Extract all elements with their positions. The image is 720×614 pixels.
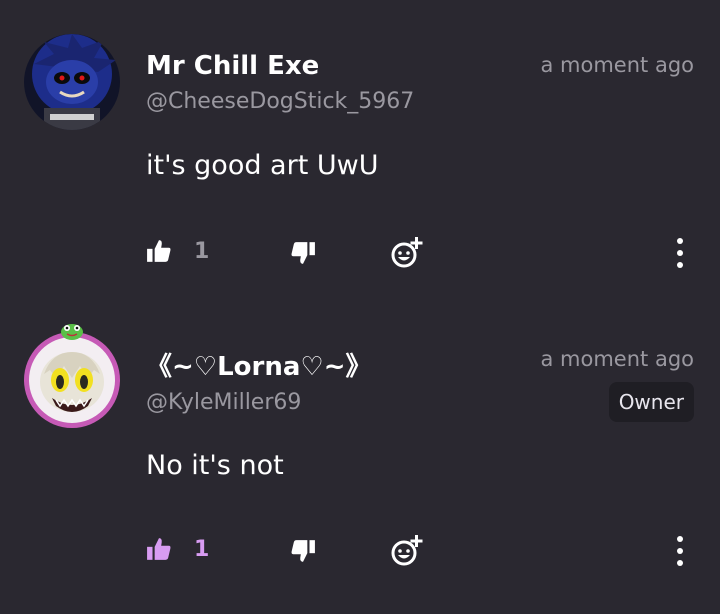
thumbs-down-icon (290, 240, 316, 266)
add-reaction-button[interactable] (390, 534, 424, 568)
owner-badge: Owner (608, 382, 694, 422)
more-options-icon (677, 238, 683, 244)
author-handle[interactable]: @CheeseDogStick_5967 (146, 89, 414, 114)
like-button[interactable]: 1 (146, 238, 209, 264)
author-name[interactable]: Mr Chill Exe (146, 51, 319, 81)
comment-text: it's good art UwU (146, 150, 379, 181)
author-handle[interactable]: @KyleMiller69 (146, 390, 301, 415)
dislike-button[interactable] (290, 538, 316, 564)
comment-item: 《~♡Lorna♡~》 @KyleMiller69 a moment ago O… (0, 300, 720, 614)
add-reaction-icon (390, 236, 424, 270)
timestamp: a moment ago (540, 347, 695, 371)
more-options-button[interactable] (670, 536, 690, 566)
add-reaction-button[interactable] (390, 236, 424, 270)
avatar[interactable] (22, 322, 122, 432)
like-count: 1 (194, 238, 210, 264)
dislike-button[interactable] (290, 240, 316, 266)
comment-text: No it's not (146, 450, 284, 481)
thumbs-up-icon (146, 238, 172, 264)
thumbs-up-icon (146, 536, 172, 562)
more-options-icon (677, 536, 683, 542)
add-reaction-icon (390, 534, 424, 568)
like-button[interactable]: 1 (146, 536, 209, 562)
author-name[interactable]: 《~♡Lorna♡~》 (146, 346, 372, 383)
timestamp: a moment ago (540, 53, 695, 77)
thumbs-down-icon (290, 538, 316, 564)
comment-item: Mr Chill Exe @CheeseDogStick_5967 a mome… (0, 0, 720, 300)
comments-list: Mr Chill Exe @CheeseDogStick_5967 a mome… (0, 0, 720, 614)
more-options-button[interactable] (670, 238, 690, 268)
like-count: 1 (194, 536, 210, 562)
avatar[interactable] (24, 34, 120, 130)
